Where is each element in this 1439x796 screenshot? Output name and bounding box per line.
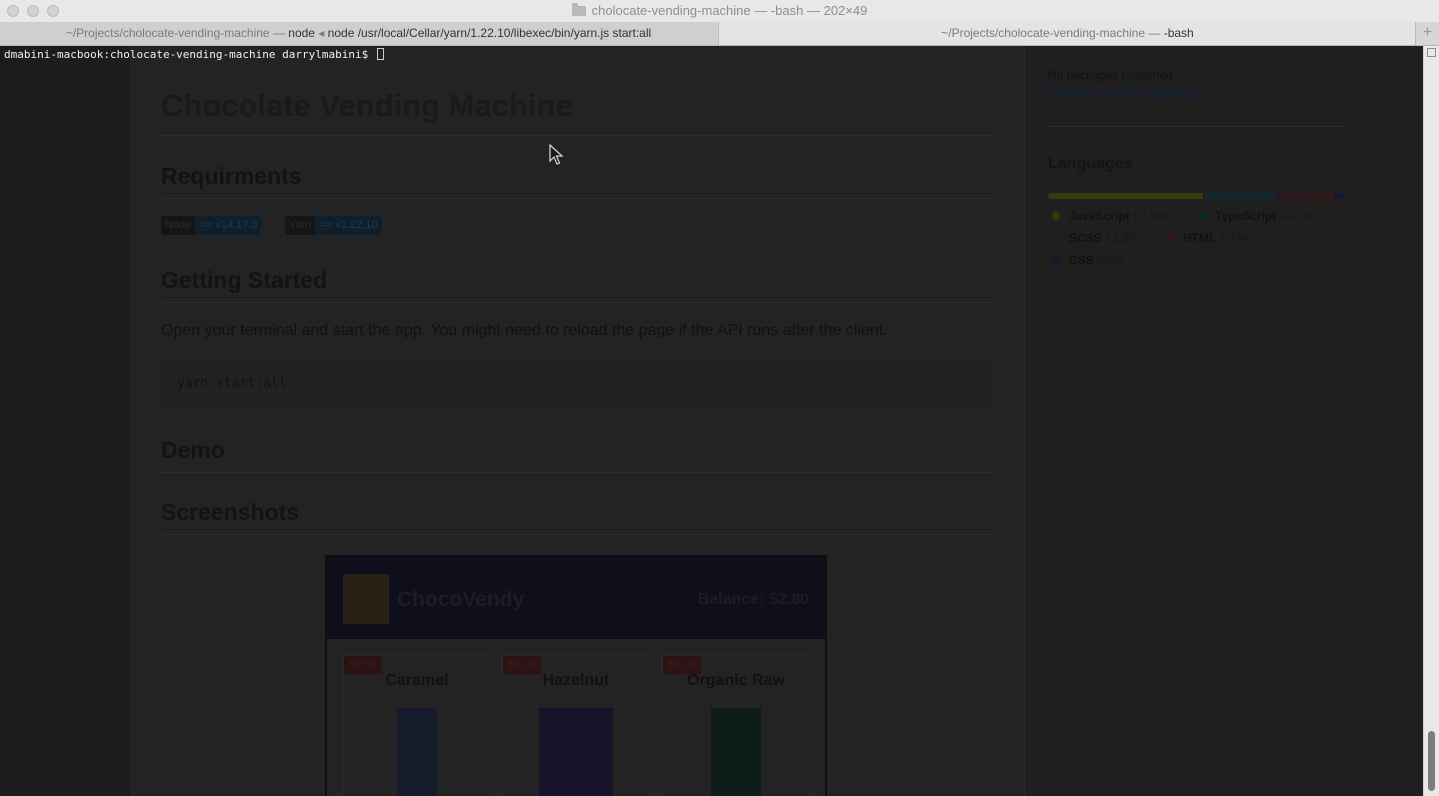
language-bar xyxy=(1048,193,1345,199)
language-bar-segment xyxy=(1048,193,1203,199)
languages-heading: Languages xyxy=(1048,155,1133,172)
product-name: Hazelnut xyxy=(542,672,610,689)
divider xyxy=(161,534,993,535)
tab-separator: ◂ xyxy=(314,26,328,40)
node-badge[interactable]: Node => v14.17.0 xyxy=(161,216,262,235)
language-bar-segment xyxy=(1317,193,1333,199)
screenshots-heading: Screenshots xyxy=(161,499,300,525)
code-block: yarn start:all xyxy=(161,360,993,410)
language-bar-segment xyxy=(1276,193,1316,199)
chocolate-bar-image xyxy=(397,708,437,796)
tab-bar: ~/Projects/cholocate-vending-machine — n… xyxy=(0,22,1439,46)
language-dot xyxy=(1052,234,1060,242)
demo-heading: Demo xyxy=(161,437,225,463)
app-screenshot-image: ChocoVendy Balance: $2.80 $2.50 Caramel … xyxy=(325,555,827,796)
app-name: ChocoVendy xyxy=(397,588,525,611)
tab-path: ~/Projects/cholocate-vending-machine — xyxy=(941,26,1164,40)
language-dot xyxy=(1198,212,1206,220)
product-name: Organic Raw xyxy=(687,672,785,689)
language-item[interactable]: CSS 3.0% xyxy=(1052,253,1124,267)
packages-text: No packages published xyxy=(1048,68,1173,82)
badge-key: Node xyxy=(161,216,196,235)
new-tab-button[interactable]: + xyxy=(1415,22,1439,45)
terminal-scrollbar[interactable] xyxy=(1423,46,1439,796)
badge-value: => v1.22.10 xyxy=(315,216,382,235)
app-logo xyxy=(343,574,389,624)
tab-command: node /usr/local/Cellar/yarn/1.22.10/libe… xyxy=(327,26,652,40)
app-balance: Balance: $2.80 xyxy=(697,591,809,608)
text-cursor xyxy=(376,48,384,60)
chocolate-bar-image xyxy=(539,708,613,796)
readme-panel: Chocolate Vending Machine Requirments No… xyxy=(130,46,1025,796)
divider xyxy=(161,135,993,136)
getting-started-heading: Getting Started xyxy=(161,267,328,293)
readme-title: Chocolate Vending Machine xyxy=(161,88,573,123)
publish-package-link[interactable]: Publish your first package xyxy=(1048,86,1197,101)
product-card: $3.10 Hazelnut xyxy=(502,655,650,796)
divider xyxy=(161,472,993,473)
language-item[interactable]: TypeScript 24.2% xyxy=(1198,209,1314,223)
scroll-marker-icon xyxy=(1427,48,1436,57)
language-dot xyxy=(1052,212,1060,220)
tab-node[interactable]: ~/Projects/cholocate-vending-machine — n… xyxy=(0,22,717,45)
divider xyxy=(161,198,993,199)
page-margin xyxy=(0,46,130,796)
tab-bash[interactable]: ~/Projects/cholocate-vending-machine — -… xyxy=(718,22,1416,45)
tab-process: -bash xyxy=(1163,26,1194,40)
yarn-badge[interactable]: Yarn => v1.22.10 xyxy=(285,216,382,235)
language-dot xyxy=(1052,256,1060,264)
product-card: $2.50 Caramel xyxy=(343,655,491,796)
window-title: cholocate-vending-machine — -bash — 202×… xyxy=(0,3,1439,18)
mouse-pointer-icon xyxy=(549,144,564,165)
tab-process: node xyxy=(288,26,315,40)
folder-icon xyxy=(571,3,586,16)
divider xyxy=(161,302,993,303)
language-item[interactable]: SCSS 13.8% xyxy=(1052,231,1139,245)
product-card: $2.00 Organic Raw xyxy=(662,655,810,796)
product-name: Caramel xyxy=(385,672,449,689)
language-bar-segment xyxy=(1204,193,1275,199)
divider xyxy=(1048,126,1345,127)
language-bar-segment xyxy=(1334,193,1343,199)
getting-started-text: Open your terminal and start the app. Yo… xyxy=(161,322,888,339)
badge-value: => v14.17.0 xyxy=(195,216,262,235)
tab-path: ~/Projects/cholocate-vending-machine — xyxy=(65,26,289,40)
terminal-view[interactable]: Chocolate Vending Machine Requirments No… xyxy=(0,46,1423,796)
language-dot xyxy=(1166,234,1174,242)
shell-prompt[interactable]: dmabini-macbook:cholocate-vending-machin… xyxy=(4,48,384,61)
app-header: ChocoVendy Balance: $2.80 xyxy=(327,557,825,639)
language-item[interactable]: HTML 5.1% xyxy=(1166,231,1247,245)
code-text: yarn start:all xyxy=(177,376,287,391)
language-item[interactable]: JavaScript 53.9% xyxy=(1052,209,1167,223)
chocolate-bar-image xyxy=(711,708,761,796)
title-bar: cholocate-vending-machine — -bash — 202×… xyxy=(0,0,1439,23)
badge-key: Yarn xyxy=(285,216,316,235)
repo-sidebar: No packages published Publish your first… xyxy=(1025,46,1423,796)
scroll-thumb[interactable] xyxy=(1428,731,1435,791)
requirements-heading: Requirments xyxy=(161,163,302,189)
